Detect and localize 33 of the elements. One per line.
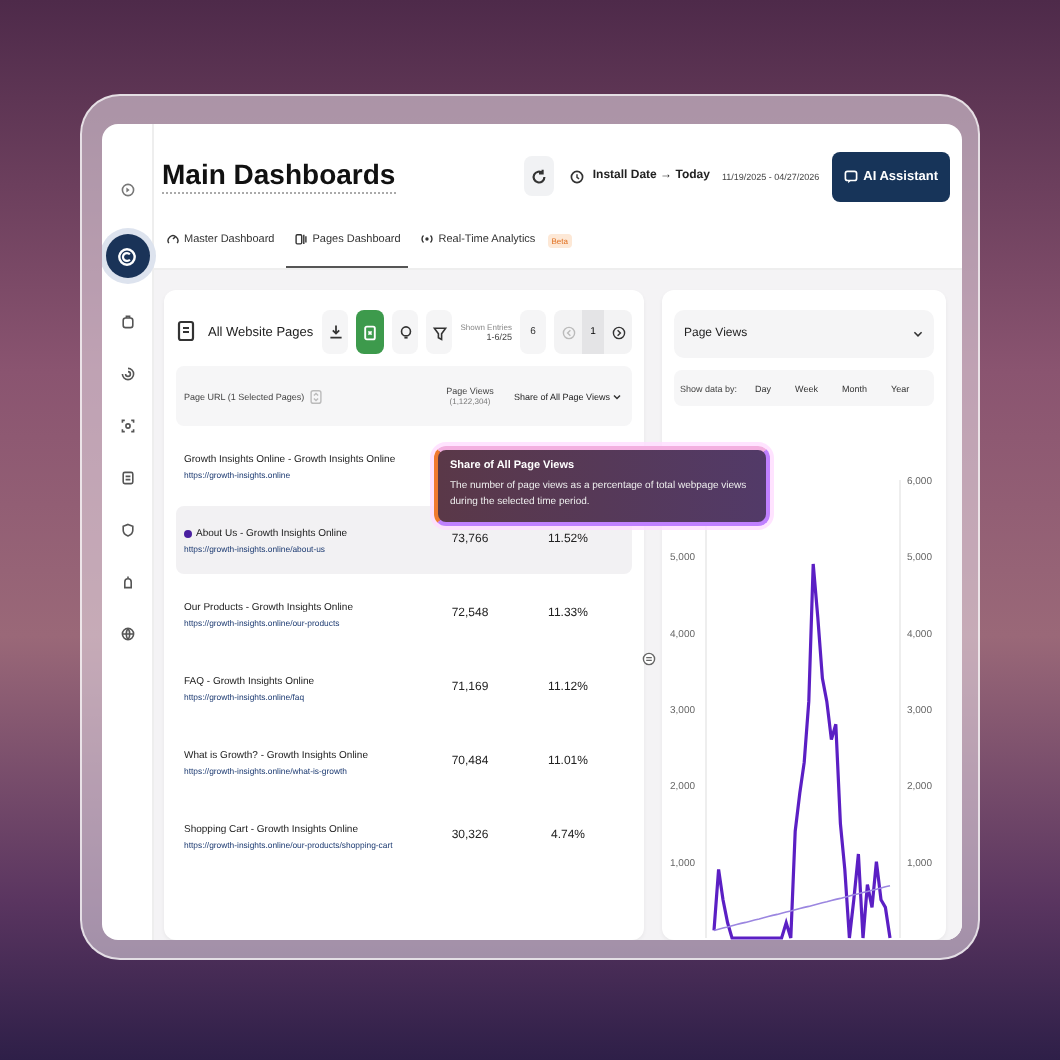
chevron-down-icon <box>611 391 622 401</box>
filter-button[interactable] <box>426 310 453 354</box>
play-icon <box>119 182 135 198</box>
sidebar-item[interactable] <box>105 234 149 278</box>
chevron-left-icon <box>561 325 575 339</box>
spreadsheet-icon <box>362 323 379 341</box>
clock-icon <box>570 169 585 183</box>
chat-icon <box>843 169 858 183</box>
clipboard-icon <box>119 314 135 330</box>
globe-icon <box>119 626 135 642</box>
page-icon <box>176 320 196 344</box>
tab-icon <box>420 232 435 246</box>
collapse-button[interactable] <box>640 650 658 668</box>
download-button[interactable] <box>322 310 349 354</box>
bell-icon <box>119 574 135 590</box>
chevron-down-icon <box>912 328 924 340</box>
tab-icon <box>166 232 180 246</box>
chevron-right-icon <box>611 325 625 339</box>
download-icon <box>327 324 344 340</box>
refresh-button[interactable] <box>524 156 555 196</box>
filter-icon <box>431 323 448 341</box>
refresh-icon <box>530 167 549 185</box>
spiral-icon <box>119 366 135 382</box>
document-icon <box>119 470 135 486</box>
page-title: Main Dashboards <box>162 158 396 194</box>
export-button[interactable] <box>356 310 385 354</box>
scan-icon <box>119 418 135 434</box>
shield-icon <box>119 522 135 538</box>
lightbulb-icon <box>397 323 414 341</box>
next-page-button[interactable] <box>608 325 628 339</box>
logo-icon <box>116 245 138 267</box>
insights-button[interactable] <box>392 310 419 354</box>
tab-icon <box>294 232 309 246</box>
